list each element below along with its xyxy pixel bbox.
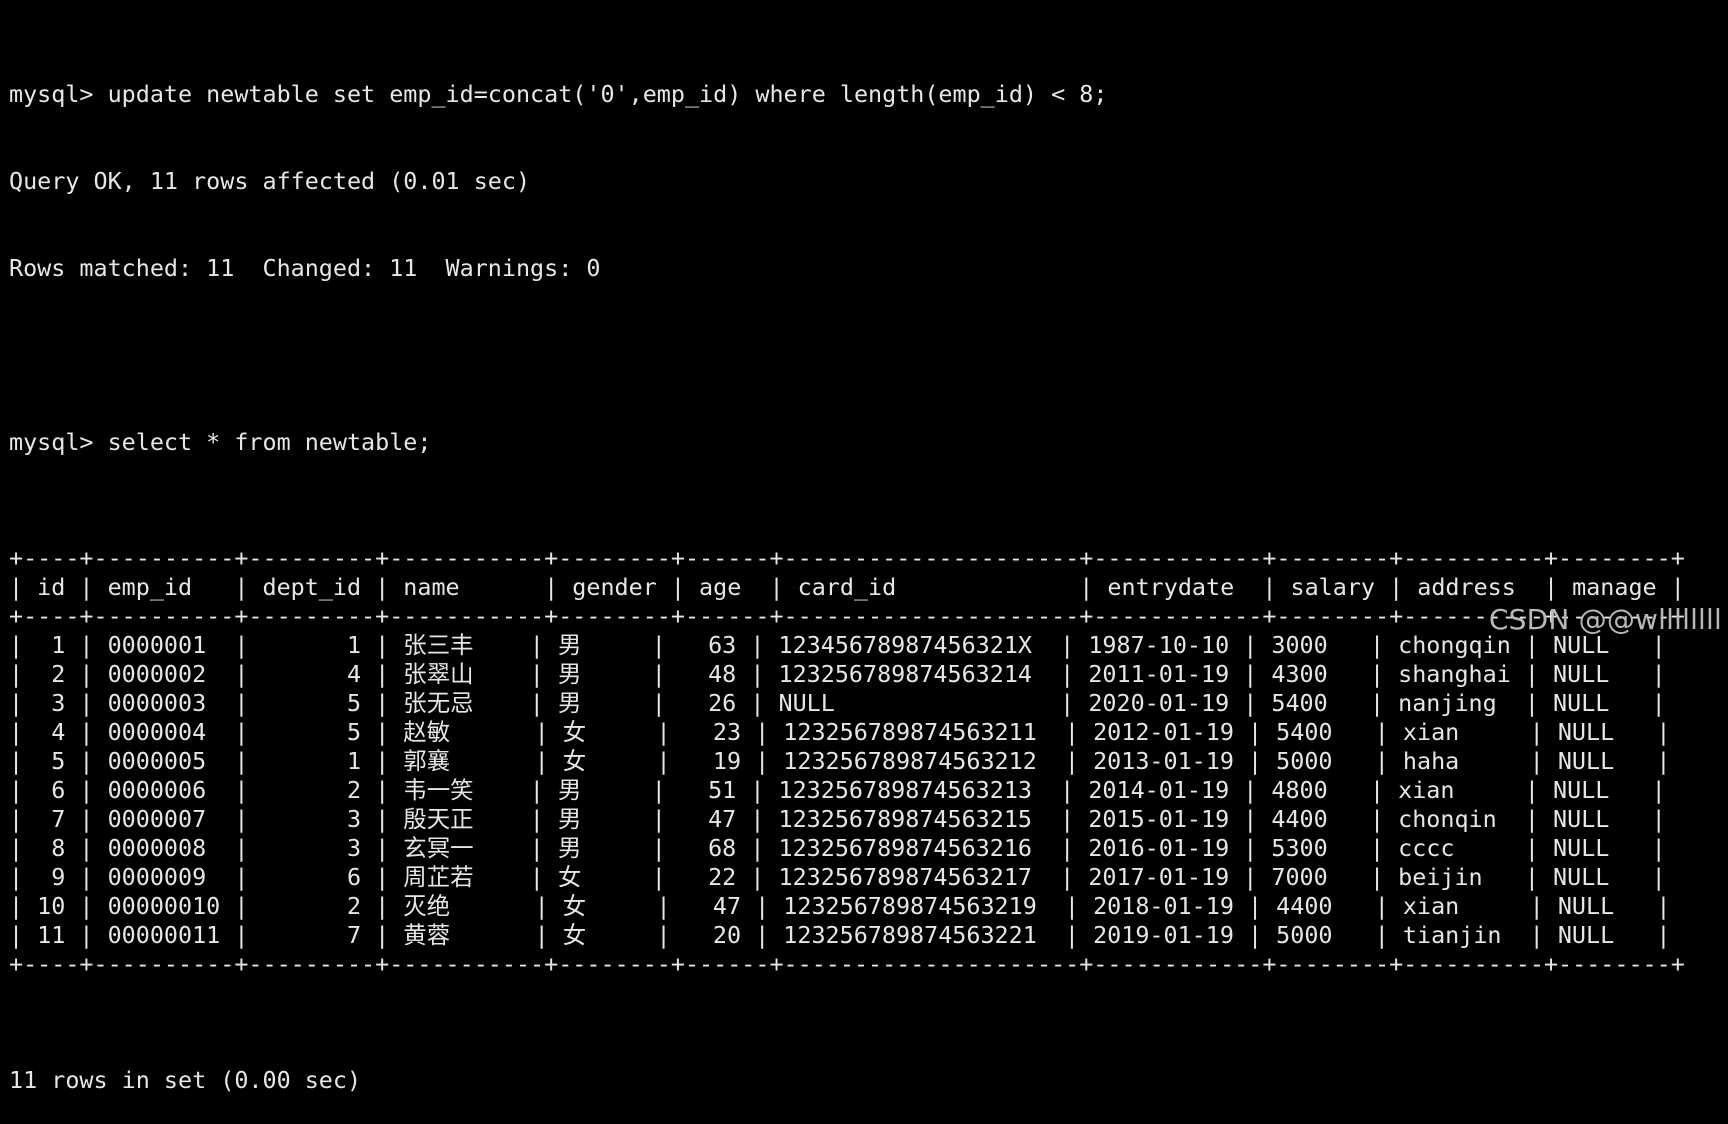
table-row: | 11 | 00000011 | 7 | 黄蓉 | 女 | 20 | 1232… [9,921,1671,949]
command-select-line: mysql> select * from newtable; [9,428,432,456]
table-border-bottom: +----+----------+---------+-----------+-… [9,950,1685,978]
table-row: | 5 | 0000005 | 1 | 郭襄 | 女 | 19 | 123256… [9,747,1671,775]
terminal-window[interactable]: mysql> update newtable set emp_id=concat… [9,22,1719,1094]
table-row: | 1 | 0000001 | 1 | 张三丰 | 男 | 63 | 12345… [9,631,1666,659]
table-row: | 9 | 0000009 | 6 | 周芷若 | 女 | 22 | 12325… [9,863,1666,891]
table-border-top: +----+----------+---------+-----------+-… [9,544,1685,572]
result-table: +----+----------+---------+-----------+-… [9,544,1719,979]
command-update-line: mysql> update newtable set emp_id=concat… [9,80,1108,108]
table-row: | 4 | 0000004 | 5 | 赵敏 | 女 | 23 | 123256… [9,718,1671,746]
table-row: | 2 | 0000002 | 4 | 张翠山 | 男 | 48 | 12325… [9,660,1666,688]
table-row: | 6 | 0000006 | 2 | 韦一笑 | 男 | 51 | 12325… [9,776,1666,804]
result-summary-line: 11 rows in set (0.00 sec) [9,1066,362,1094]
table-row: | 8 | 0000008 | 3 | 玄冥一 | 男 | 68 | 12325… [9,834,1666,862]
table-row: | 3 | 0000003 | 5 | 张无忌 | 男 | 26 | NULL … [9,689,1666,717]
query-ok-line: Query OK, 11 rows affected (0.01 sec) [9,167,531,195]
table-row: | 7 | 0000007 | 3 | 殷天正 | 男 | 47 | 12325… [9,805,1666,833]
table-border-header: +----+----------+---------+-----------+-… [9,602,1685,630]
table-header-row: | id | emp_id | dept_id | name | gender … [9,573,1685,601]
csdn-watermark: CSDN @@wllllllll [1488,603,1722,636]
table-row: | 10 | 00000010 | 2 | 灭绝 | 女 | 47 | 1232… [9,892,1671,920]
rows-matched-line: Rows matched: 11 Changed: 11 Warnings: 0 [9,254,601,282]
